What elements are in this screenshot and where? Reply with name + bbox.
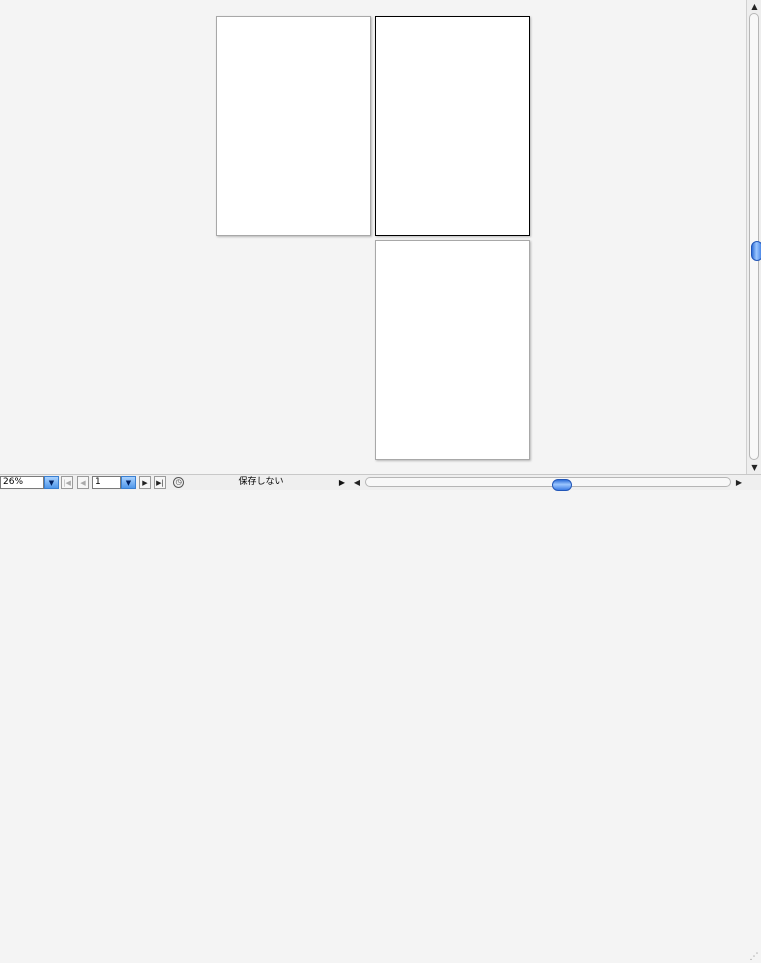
scroll-left-arrow-icon[interactable]: ◀ bbox=[351, 476, 363, 488]
artboard-1[interactable] bbox=[216, 16, 371, 236]
vertical-scroll-track[interactable] bbox=[749, 13, 761, 460]
scroll-down-arrow-icon[interactable]: ▼ bbox=[747, 461, 761, 473]
page-dropdown-chevron-down-icon[interactable]: ▼ bbox=[121, 476, 136, 489]
vertical-scroll-thumb[interactable] bbox=[751, 241, 761, 261]
resize-grip-icon[interactable]: ⋰ bbox=[748, 951, 760, 963]
clock-icon: ◷ bbox=[173, 477, 184, 488]
horizontal-scroll-track[interactable] bbox=[365, 477, 731, 491]
scroll-right-arrow-icon[interactable]: ▶ bbox=[733, 476, 745, 488]
status-menu-triangle-right-icon[interactable]: ▶ bbox=[336, 476, 348, 489]
previous-page-icon[interactable]: ◀ bbox=[77, 476, 89, 489]
horizontal-scrollbar[interactable]: ◀ ▶ bbox=[351, 475, 748, 491]
scroll-up-arrow-icon[interactable]: ▲ bbox=[747, 0, 761, 12]
artboard-2-active[interactable] bbox=[375, 16, 530, 236]
next-page-icon[interactable]: ▶ bbox=[139, 476, 151, 489]
first-page-icon[interactable]: |◀ bbox=[61, 476, 73, 489]
page-number-input[interactable]: 1 bbox=[92, 476, 121, 489]
last-page-icon[interactable]: ▶| bbox=[154, 476, 166, 489]
artboard-3[interactable] bbox=[375, 240, 530, 460]
zoom-dropdown-chevron-down-icon[interactable]: ▼ bbox=[44, 476, 59, 489]
horizontal-scroll-thumb[interactable] bbox=[552, 479, 572, 491]
vertical-scrollbar[interactable]: ▲ ▼ bbox=[746, 0, 761, 474]
zoom-input[interactable]: 26% bbox=[0, 476, 44, 489]
status-text: 保存しない bbox=[238, 477, 284, 487]
status-bar: 26% ▼ |◀ ◀ 1 ▼ ▶ ▶| ◷ 保存しない ▶ ◀ ▶ ⋰ bbox=[0, 474, 761, 962]
artboard-canvas[interactable] bbox=[0, 0, 746, 474]
